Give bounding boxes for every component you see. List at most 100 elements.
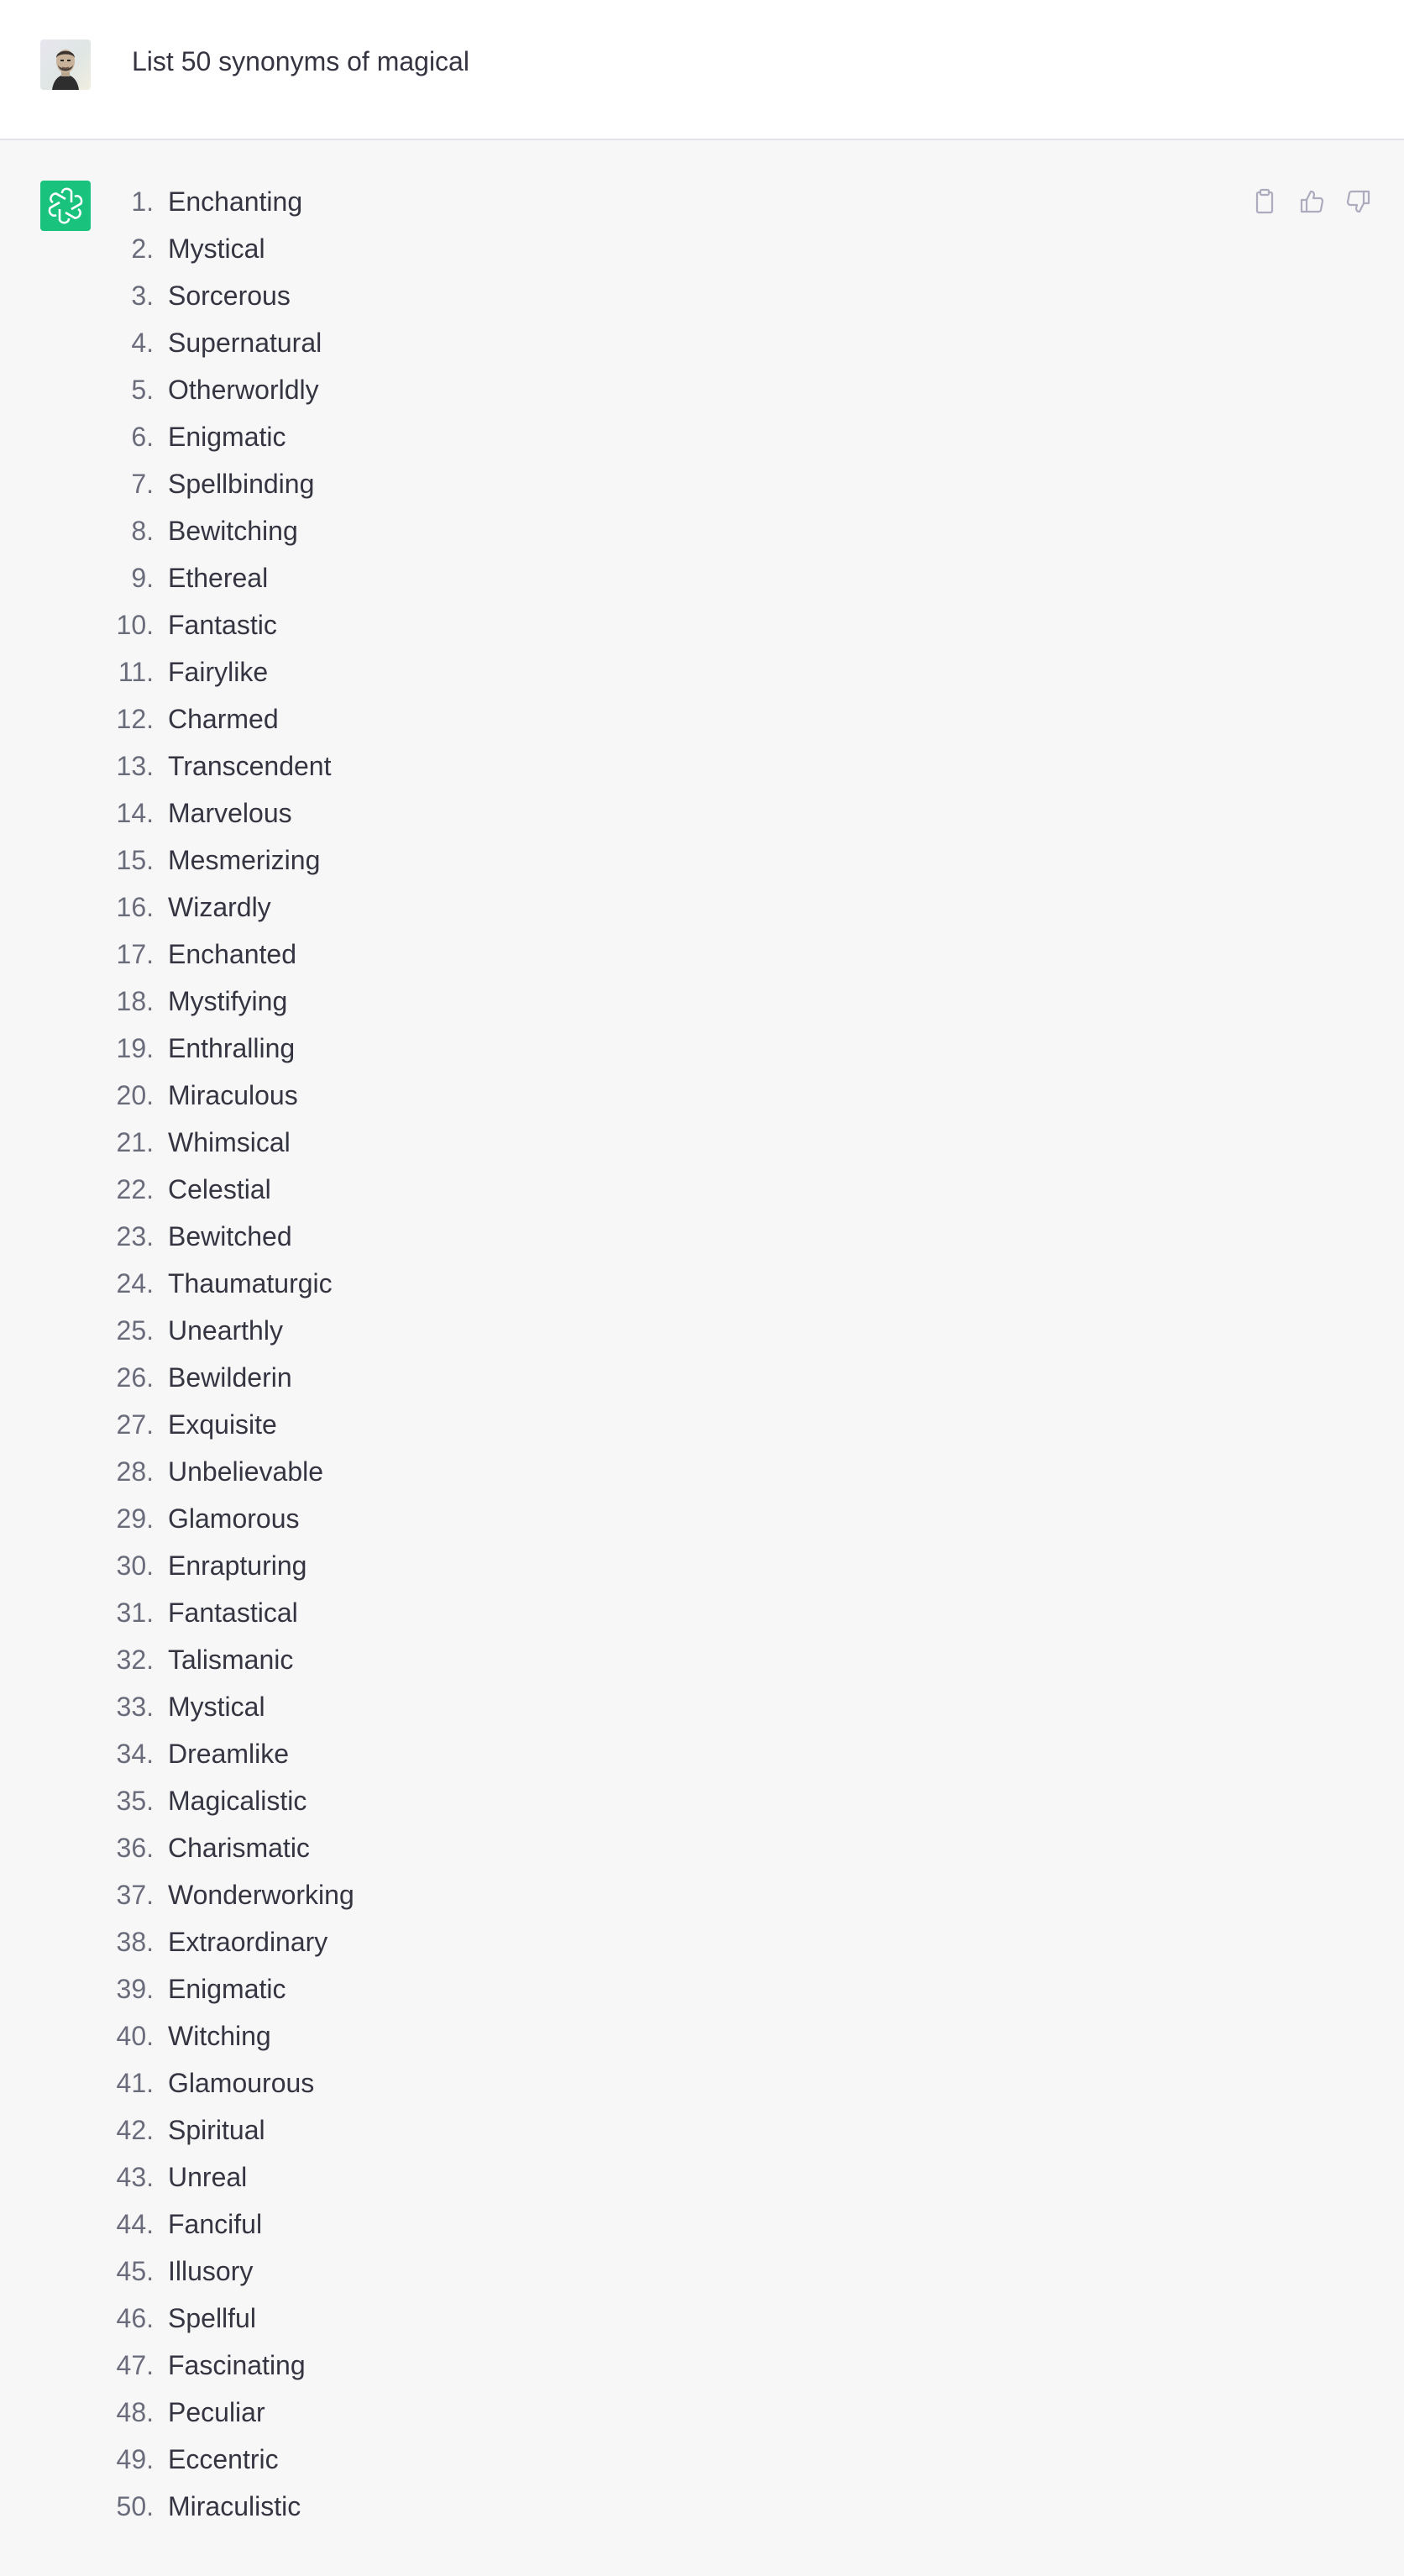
list-item-text: Thaumaturgic (168, 1268, 333, 1298)
list-item: 30. Enrapturing (0, 1549, 588, 1596)
list-item-number: 22. (116, 1174, 154, 1204)
list-item-text: Fanciful (168, 2209, 263, 2239)
list-item-number: 35. (116, 1786, 154, 1816)
list-item: 6. Enigmatic (0, 420, 588, 467)
list-item-number: 45. (116, 2256, 154, 2286)
list-item-text: Glamorous (168, 1503, 300, 1534)
message-actions (1248, 185, 1372, 218)
list-item: 22. Celestial (0, 1173, 588, 1220)
list-item-number: 34. (116, 1739, 154, 1769)
synonym-list: 1. Enchanting 2. Mystical 3. Sorcerous 4. Su… (0, 185, 588, 2537)
list-item-text: Fantastic (168, 610, 277, 640)
list-item-number: 19. (116, 1033, 154, 1063)
list-item-number: 23. (116, 1221, 154, 1251)
list-item-text: Spellful (168, 2303, 256, 2333)
list-item: 12. Charmed (0, 702, 588, 749)
list-item-number: 28. (116, 1456, 154, 1487)
list-item-text: Illusory (168, 2256, 254, 2286)
list-item: 33. Mystical (0, 1690, 588, 1737)
list-item: 29. Glamorous (0, 1502, 588, 1549)
list-item-number: 11. (118, 657, 154, 687)
list-item: 17. Enchanted (0, 937, 588, 984)
list-item: 28. Unbelievable (0, 1455, 588, 1502)
list-item: 23. Bewitched (0, 1220, 588, 1267)
list-item: 19. Enthralling (0, 1031, 588, 1078)
list-item-text: Transcendent (168, 751, 332, 781)
list-item: 11. Fairylike (0, 655, 588, 702)
list-item: 40. Witching (0, 2019, 588, 2066)
list-item: 46. Spellful (0, 2301, 588, 2348)
list-item-text: Supernatural (168, 328, 322, 358)
list-item-text: Bewitched (168, 1221, 292, 1251)
list-item-number: 38. (116, 1927, 154, 1957)
list-item-text: Bewilderin (168, 1362, 292, 1393)
list-item: 49. Eccentric (0, 2442, 588, 2489)
list-item-text: Otherworldly (168, 375, 319, 405)
list-item: 42. Spiritual (0, 2113, 588, 2160)
list-item-number: 32. (116, 1645, 154, 1675)
list-item: 38. Extraordinary (0, 1925, 588, 1972)
list-item: 37. Wonderworking (0, 1878, 588, 1925)
list-item: 10. Fantastic (0, 608, 588, 655)
list-item-text: Fairylike (168, 657, 269, 687)
list-item-number: 33. (116, 1692, 154, 1722)
list-item: 47. Fascinating (0, 2348, 588, 2395)
list-item-text: Charismatic (168, 1833, 310, 1863)
list-item: 7. Spellbinding (0, 467, 588, 514)
list-item-number: 40. (116, 2021, 154, 2051)
list-item-text: Miraculistic (168, 2491, 301, 2521)
list-item: 2. Mystical (0, 232, 588, 279)
list-item-text: Magicalistic (168, 1786, 307, 1816)
list-item-number: 25. (116, 1315, 154, 1346)
list-item-text: Eccentric (168, 2444, 279, 2474)
list-item-text: Unbelievable (168, 1456, 324, 1487)
list-item-number: 27. (116, 1409, 154, 1440)
list-item: 48. Peculiar (0, 2395, 588, 2442)
list-item-text: Sorcerous (168, 281, 291, 311)
list-item-number: 16. (116, 892, 154, 922)
copy-button[interactable] (1248, 185, 1281, 218)
list-item: 4. Supernatural (0, 326, 588, 373)
list-item-number: 2. (131, 233, 154, 264)
list-item-text: Talismanic (168, 1645, 294, 1675)
clipboard-icon (1255, 188, 1274, 214)
thumbs-up-button[interactable] (1295, 185, 1328, 218)
list-item-number: 41. (116, 2068, 154, 2098)
list-item: 36. Charismatic (0, 1831, 588, 1878)
list-item-text: Mystical (168, 1692, 265, 1722)
list-item: 50. Miraculistic (0, 2489, 588, 2537)
list-item-number: 49. (116, 2444, 154, 2474)
thumbs-up-icon (1300, 190, 1324, 213)
list-item: 34. Dreamlike (0, 1737, 588, 1784)
list-item-number: 42. (116, 2115, 154, 2145)
list-item: 13. Transcendent (0, 749, 588, 796)
list-item-text: Enigmatic (168, 422, 286, 452)
list-item: 32. Talismanic (0, 1643, 588, 1690)
thumbs-down-icon (1346, 190, 1370, 213)
list-item-text: Glamourous (168, 2068, 315, 2098)
list-item-number: 14. (116, 798, 154, 828)
list-item-number: 37. (116, 1880, 154, 1910)
list-item: 41. Glamourous (0, 2066, 588, 2113)
list-item-number: 3. (131, 281, 154, 311)
list-item-text: Mystical (168, 233, 265, 264)
list-item: 25. Unearthly (0, 1314, 588, 1361)
list-item-number: 6. (131, 422, 154, 452)
list-item-text: Mesmerizing (168, 845, 321, 875)
list-item-text: Extraordinary (168, 1927, 328, 1957)
list-item: 18. Mystifying (0, 984, 588, 1031)
list-item-text: Enthralling (168, 1033, 296, 1063)
list-item-number: 43. (116, 2162, 154, 2192)
list-item-number: 1. (131, 186, 154, 217)
list-item-number: 44. (116, 2209, 154, 2239)
list-item-number: 24. (116, 1268, 154, 1298)
list-item-number: 47. (116, 2350, 154, 2380)
list-item-text: Exquisite (168, 1409, 277, 1440)
list-item-text: Witching (168, 2021, 271, 2051)
list-item: 14. Marvelous (0, 796, 588, 843)
list-item-text: Spellbinding (168, 469, 315, 499)
list-item: 9. Ethereal (0, 561, 588, 608)
thumbs-down-button[interactable] (1342, 185, 1375, 218)
list-item-number: 10. (116, 610, 154, 640)
list-item: 27. Exquisite (0, 1408, 588, 1455)
